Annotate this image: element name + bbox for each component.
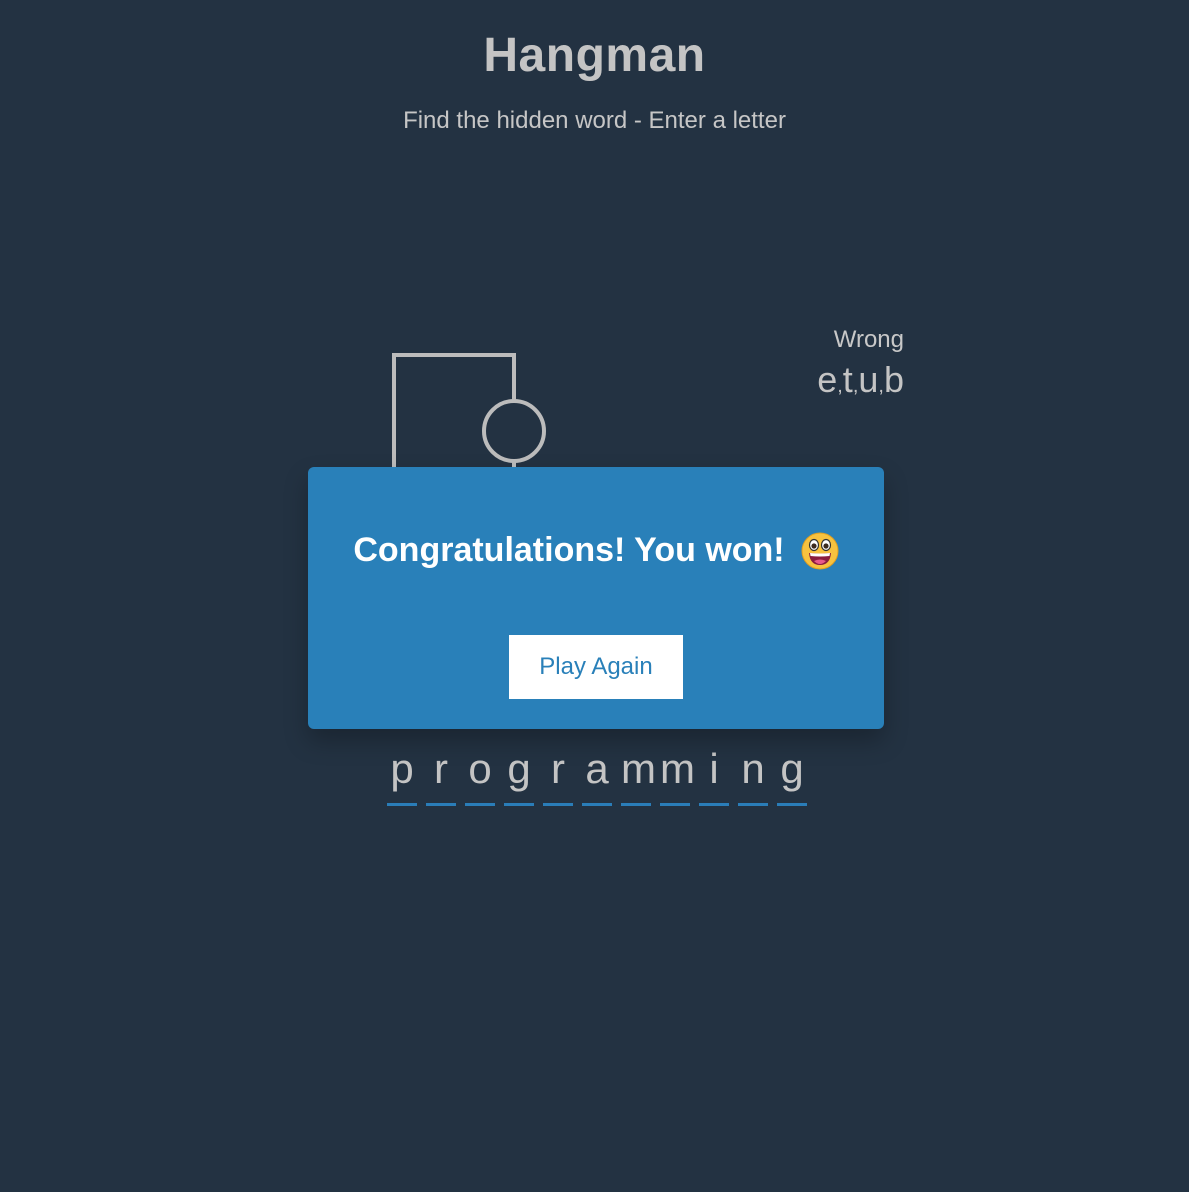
word-letter: m: [660, 740, 695, 806]
word-letter: m: [621, 740, 656, 806]
wrong-letter: e: [817, 359, 838, 400]
popup-message: Congratulations! You won!: [353, 531, 785, 569]
word-letter: r: [543, 740, 573, 806]
wrong-letter: t: [842, 359, 853, 400]
word-letter: a: [582, 740, 612, 806]
win-popup: Congratulations! You won! Play Again: [308, 467, 884, 729]
play-again-button[interactable]: Play Again: [509, 635, 683, 699]
hangman-head: [482, 399, 546, 463]
word-letter: r: [426, 740, 456, 806]
page-title: Hangman: [483, 29, 706, 82]
wrong-title: Wrong: [833, 326, 904, 353]
page-subtitle: Find the hidden word - Enter a letter: [403, 107, 786, 134]
word-letter: p: [387, 740, 417, 806]
wrong-letters-panel: Wrong e,t,u,b: [817, 326, 904, 398]
word-letter: n: [738, 740, 768, 806]
hidden-word: p r o g r a m m i n g: [387, 740, 807, 806]
popup-message-row: Congratulations! You won!: [308, 531, 884, 570]
wrong-letter: u: [858, 359, 879, 400]
hangman-figure: [392, 353, 546, 480]
word-letter: i: [699, 740, 729, 806]
wrong-letters: e,t,u,b: [817, 359, 904, 400]
word-letter: o: [465, 740, 495, 806]
grinning-face-icon: [801, 532, 839, 569]
word-letter: g: [777, 740, 807, 806]
word-letter: g: [504, 740, 534, 806]
wrong-letter: b: [883, 359, 904, 400]
